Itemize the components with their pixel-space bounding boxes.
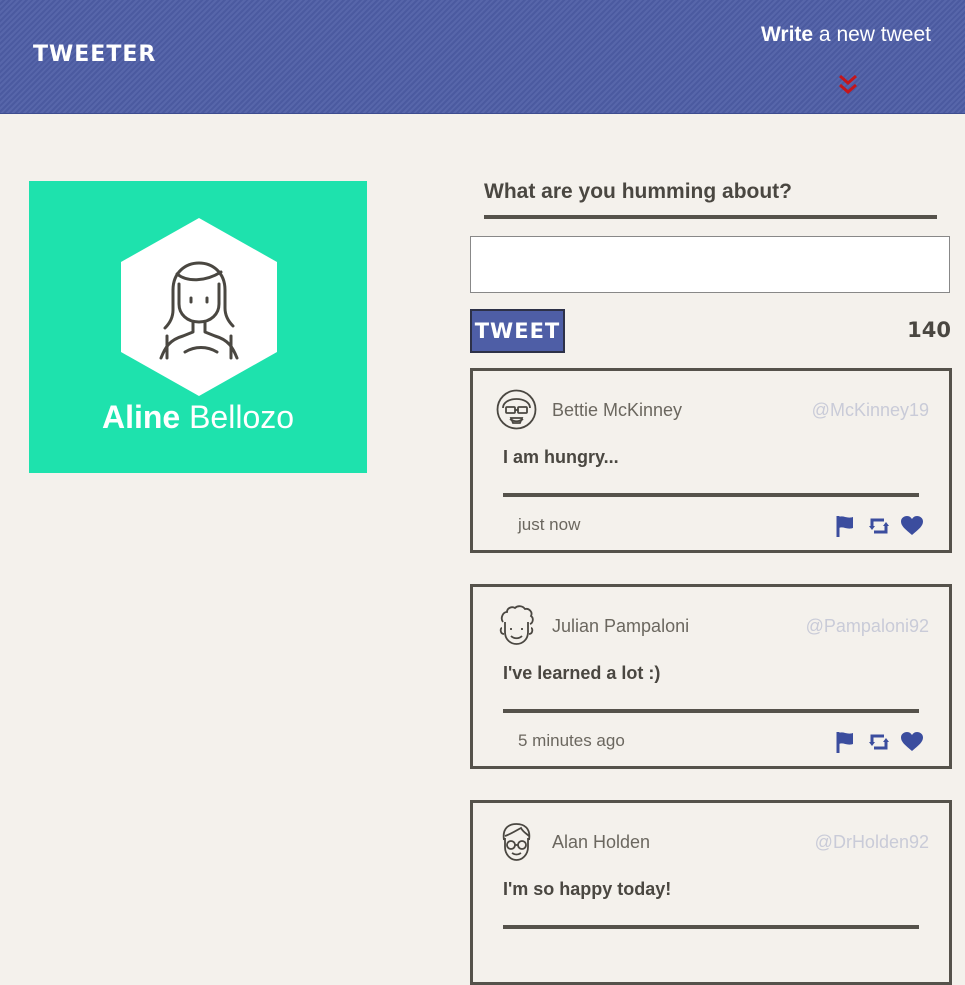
tweet-content: I'm so happy today! [503, 879, 672, 899]
tweet-card: Bettie McKinney @McKinney19 I am hungry.… [470, 368, 952, 553]
woman-avatar-icon [121, 218, 277, 396]
flag-icon[interactable] [834, 730, 858, 754]
tweet-divider [503, 709, 919, 713]
woman-glasses-avatar-icon [496, 389, 537, 430]
tweet-author-name: Alan Holden [552, 832, 651, 852]
double-chevron-down-icon[interactable] [838, 73, 858, 95]
compose-link-text: a new tweet [813, 23, 931, 46]
tweet-divider [503, 493, 919, 497]
man-glasses-avatar-icon [502, 823, 531, 861]
compose-title: What are you humming about? [484, 180, 792, 203]
profile-name: Aline Bellozo [29, 399, 367, 436]
tweet-card: Alan Holden @DrHolden92 I'm so happy tod… [470, 800, 952, 985]
profile-card: Aline Bellozo [29, 181, 367, 473]
heart-icon[interactable] [900, 730, 924, 754]
tweet-content: I am hungry... [503, 447, 619, 467]
compose-link-bold: Write [760, 23, 814, 46]
tweet-timestamp: just now [518, 515, 581, 534]
tweet-actions [834, 514, 924, 538]
tweet-author-handle[interactable]: @McKinney19 [812, 400, 929, 421]
navbar: TWEETER Write a new tweet [0, 0, 965, 114]
tweet-author-handle[interactable]: @DrHolden92 [815, 832, 929, 853]
tweet-timestamp: 5 minutes ago [518, 731, 625, 750]
tweet-divider [503, 925, 919, 929]
write-new-tweet-link[interactable]: Write a new tweet [761, 23, 931, 47]
tweet-actions [834, 730, 924, 754]
tweet-card: Julian Pampaloni @Pampaloni92 I've learn… [470, 584, 952, 769]
profile-last-name: Bellozo [180, 399, 295, 435]
retweet-icon[interactable] [867, 514, 891, 538]
tweet-author-name: Bettie McKinney [552, 400, 683, 420]
tweet-input[interactable] [470, 236, 950, 293]
flag-icon[interactable] [834, 514, 858, 538]
brand-logo[interactable]: TWEETER [33, 42, 156, 67]
tweet-button[interactable]: TWEET [470, 309, 565, 353]
tweet-content: I've learned a lot :) [503, 663, 661, 683]
profile-first-name: Aline [101, 399, 181, 435]
tweet-author-handle[interactable]: @Pampaloni92 [806, 616, 929, 637]
heart-icon[interactable] [900, 514, 924, 538]
curly-hair-avatar-icon [499, 605, 534, 645]
retweet-icon[interactable] [867, 730, 891, 754]
tweet-author-name: Julian Pampaloni [552, 616, 690, 636]
compose-divider [484, 215, 937, 219]
char-counter: 140 [907, 318, 951, 342]
